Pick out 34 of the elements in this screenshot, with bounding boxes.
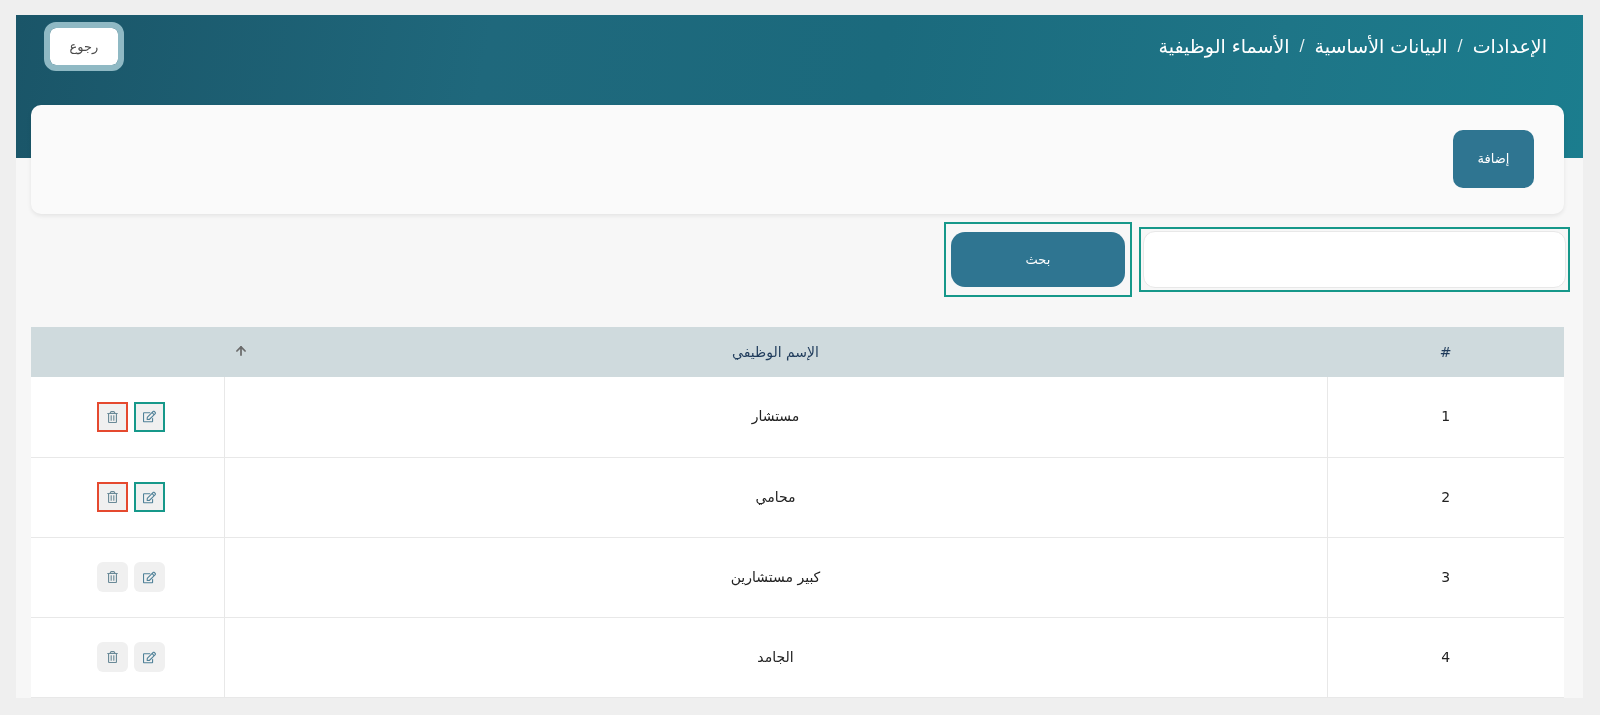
edit-button[interactable] xyxy=(134,482,166,512)
delete-button[interactable] xyxy=(97,482,129,512)
edit-icon xyxy=(143,570,157,584)
edit-icon xyxy=(143,650,157,664)
trash-icon xyxy=(107,491,119,503)
edit-button[interactable] xyxy=(134,642,166,672)
search-button[interactable]: بحث xyxy=(951,232,1125,287)
column-header[interactable]: # xyxy=(1439,344,1452,360)
delete-button[interactable] xyxy=(97,401,129,432)
table-cell: 2 xyxy=(1327,457,1564,537)
edit-icon xyxy=(143,410,157,424)
table-cell: 1 xyxy=(1327,377,1564,457)
add-button[interactable]: إضافة xyxy=(1453,130,1534,188)
table-cell: مستشار xyxy=(224,377,1327,457)
delete-button[interactable] xyxy=(97,562,129,592)
edit-icon xyxy=(143,490,157,504)
edit-button[interactable] xyxy=(134,562,166,592)
trash-icon xyxy=(107,651,119,663)
column-header[interactable]: الإسم الوظيفي xyxy=(732,344,819,360)
breadcrumb-link[interactable]: الإعدادات xyxy=(1472,32,1547,61)
table-cell: محامي xyxy=(224,457,1327,537)
back-button[interactable]: رجوع xyxy=(44,22,124,71)
table-cell: الجامد xyxy=(224,617,1327,697)
delete-button[interactable] xyxy=(97,642,129,672)
breadcrumb-link[interactable]: البيانات الأساسية xyxy=(1314,32,1448,61)
breadcrumb-link[interactable]: الأسماء الوظيفية xyxy=(1158,32,1290,61)
edit-button[interactable] xyxy=(134,401,166,432)
table-cell: 4 xyxy=(1327,617,1564,697)
breadcrumb-separator: / xyxy=(1457,36,1463,58)
breadcrumb-separator: / xyxy=(1299,36,1305,58)
trash-icon xyxy=(107,571,119,583)
table-cell: 3 xyxy=(1327,537,1564,617)
trash-icon xyxy=(107,410,119,423)
table-cell: كبير مستشارين xyxy=(224,537,1327,617)
